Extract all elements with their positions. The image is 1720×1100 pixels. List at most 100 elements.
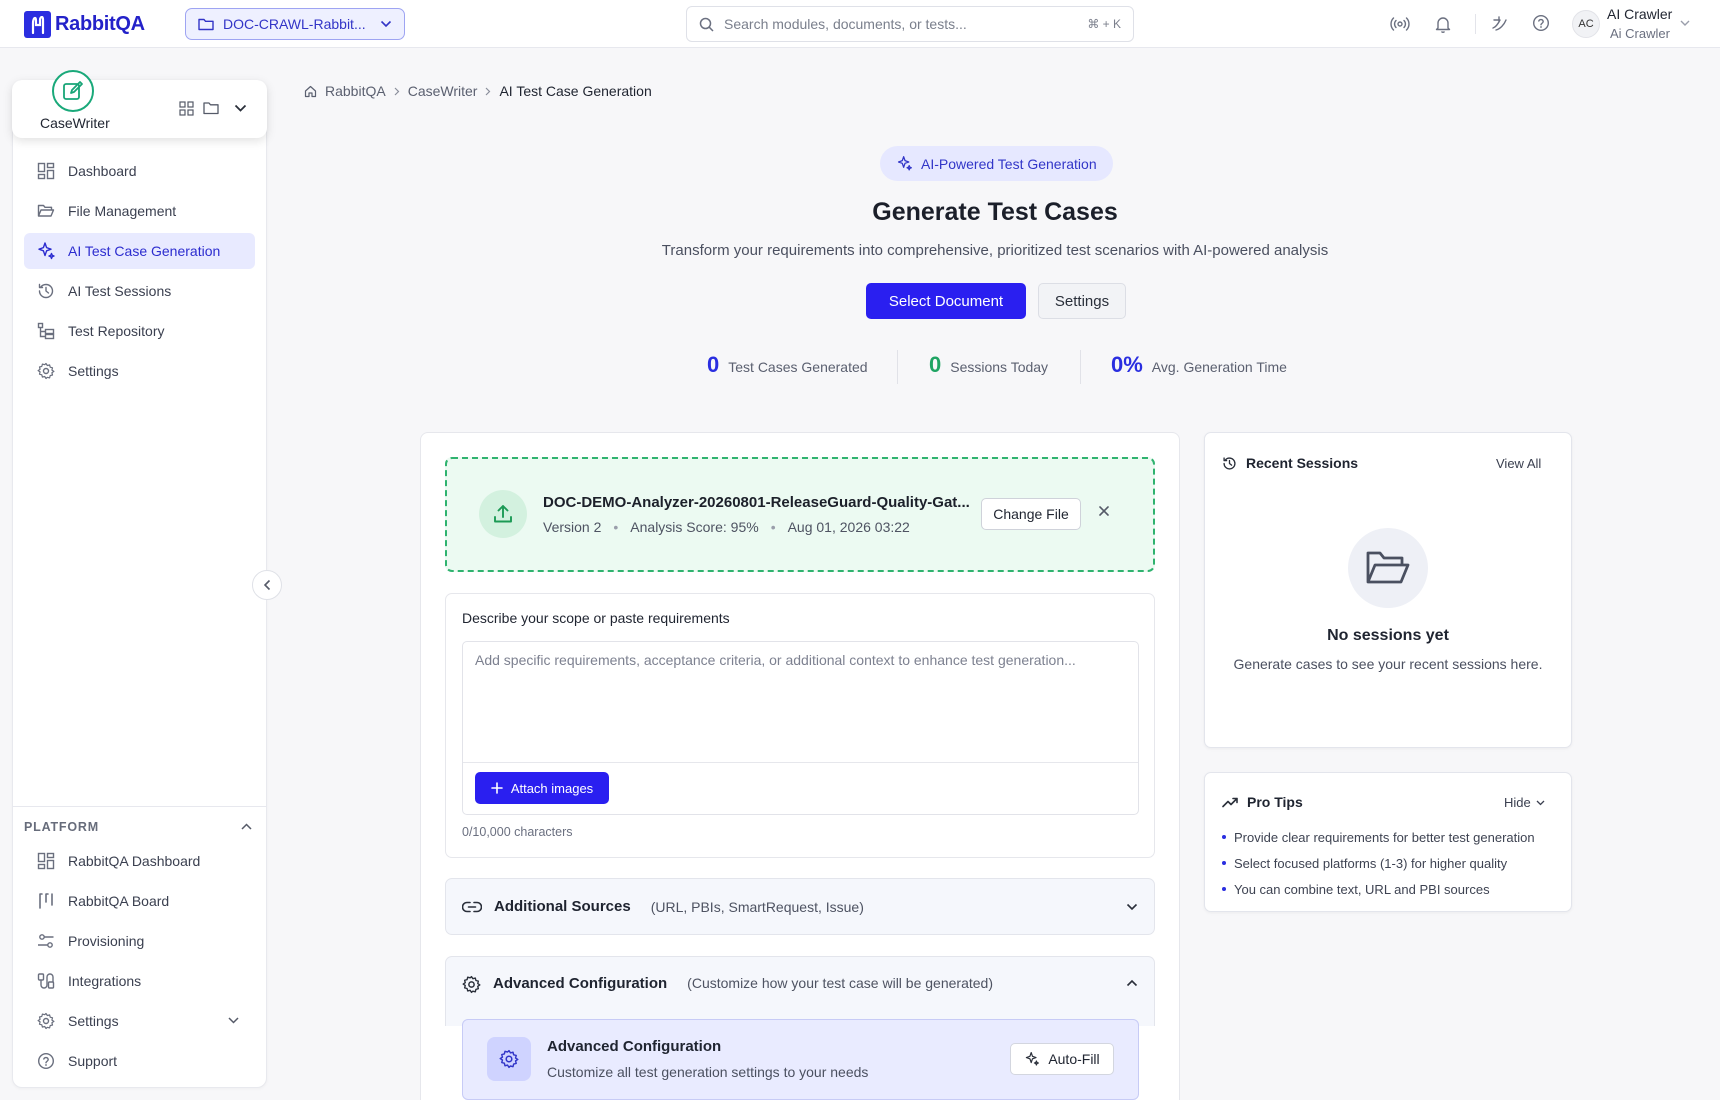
breadcrumb: RabbitQA CaseWriter AI Test Case Generat… [304,83,652,99]
sidebar-item-settings[interactable]: Settings [24,353,255,389]
additional-sources-accordion[interactable]: Additional Sources (URL, PBIs, SmartRequ… [445,878,1155,935]
stat-avg-generation-time: 0% Avg. Generation Time [1111,352,1287,378]
search-input[interactable] [724,16,1078,32]
chevron-left-icon [263,579,271,591]
sidebar-item-dashboard[interactable]: Dashboard [24,153,255,189]
plug-icon [36,972,56,990]
sidebar-item-label: AI Test Sessions [68,283,172,299]
stat-label: Sessions Today [950,359,1049,375]
stat-sessions-today: 0 Sessions Today [929,352,1048,378]
chevron-down-icon[interactable] [228,1017,239,1024]
list-item: You can combine text, URL and PBI source… [1222,876,1535,902]
file-analysis-score: Analysis Score: 95% [630,519,759,535]
accordion-subtitle: (Customize how your test case will be ge… [687,975,993,991]
project-selector[interactable]: DOC-CRAWL-Rabbit... [185,8,405,40]
home-icon[interactable] [304,85,317,98]
sidebar-collapse-button[interactable] [252,570,282,600]
tree-icon [36,322,56,340]
rabbit-logo-icon [24,11,51,38]
sidebar-item-platform-settings[interactable]: Settings [24,1003,255,1039]
history-icon [36,282,56,300]
stat-value: 0 [707,352,720,377]
grid-icon [36,852,56,870]
stat-divider [897,350,898,384]
bell-icon[interactable] [1434,14,1452,34]
close-icon[interactable] [1097,504,1111,518]
sidebar-item-label: Integrations [68,973,142,989]
tip-text: Provide clear requirements for better te… [1234,829,1535,845]
ai-powered-badge: AI-Powered Test Generation [880,146,1113,181]
requirements-label: Describe your scope or paste requirement… [462,610,730,626]
accordion-title: Additional Sources [494,898,631,915]
sidebar-item-label: Provisioning [68,933,145,949]
sidebar-item-ai-test-sessions[interactable]: AI Test Sessions [24,273,255,309]
folder-icon[interactable] [203,101,219,115]
hide-tips-button[interactable]: Hide [1504,795,1545,810]
global-search[interactable]: ⌘ + K [686,6,1134,42]
help-icon[interactable] [1532,14,1550,32]
page-subtitle: Transform your requirements into compreh… [661,242,1329,259]
chevron-right-icon [394,87,400,96]
chevron-up-icon [1126,979,1138,987]
sparkle-icon [1024,1051,1040,1067]
sidebar-item-support[interactable]: Support [24,1043,255,1079]
sidebar-item-provisioning[interactable]: Provisioning [24,923,255,959]
sidebar-item-rabbitqa-board[interactable]: RabbitQA Board [24,883,255,919]
page-title: Generate Test Cases [872,198,1118,226]
select-document-button[interactable]: Select Document [866,283,1026,319]
advanced-configuration-accordion[interactable]: Advanced Configuration (Customize how yo… [445,956,1155,1026]
grid-icon [36,162,56,180]
board-icon [36,892,56,910]
change-file-button[interactable]: Change File [981,498,1081,530]
search-shortcut: ⌘ + K [1087,17,1121,31]
file-version: Version 2 [543,519,602,535]
sidebar-item-rabbitqa-dashboard[interactable]: RabbitQA Dashboard [24,843,255,879]
sidebar-item-ai-test-case-generation[interactable]: AI Test Case Generation [24,233,255,269]
breadcrumb-casewriter[interactable]: CaseWriter [408,83,478,99]
history-icon [1222,456,1237,471]
breadcrumb-rabbitqa[interactable]: RabbitQA [325,83,386,99]
chevron-right-icon [485,87,491,96]
advanced-panel-subtitle: Customize all test generation settings t… [547,1064,869,1080]
grid-view-icon[interactable] [179,101,194,116]
sidebar-item-label: Dashboard [68,163,137,179]
file-meta: Version 2 • Analysis Score: 95% • Aug 01… [543,519,910,535]
chevron-down-icon[interactable] [234,104,247,112]
list-item: Select focused platforms (1-3) for highe… [1222,850,1535,876]
avatar[interactable]: AC [1572,10,1600,38]
top-bar: RabbitQA DOC-CRAWL-Rabbit... ⌘ + K AC AI… [0,0,1720,48]
sparkle-icon [36,241,56,261]
brand-name: RabbitQA [55,13,145,35]
file-name: DOC-DEMO-Analyzer-20260801-ReleaseGuard-… [543,494,970,511]
recent-sessions-title: Recent Sessions [1246,455,1359,471]
attach-images-button[interactable]: Attach images [475,772,609,804]
trending-up-icon [1222,797,1238,808]
stat-label: Avg. Generation Time [1151,359,1287,375]
sidebar-item-test-repository[interactable]: Test Repository [24,313,255,349]
theme-icon[interactable] [1490,14,1510,34]
stat-value: 0 [929,352,942,377]
sidebar-item-integrations[interactable]: Integrations [24,963,255,999]
requirements-textarea[interactable] [463,642,1138,762]
folder-open-icon [1348,528,1428,608]
view-all-link[interactable]: View All [1496,456,1541,471]
upload-icon [479,490,527,538]
casewriter-icon [52,70,94,112]
help-icon [36,1052,56,1070]
plus-icon [491,782,503,794]
list-item: Provide clear requirements for better te… [1222,824,1535,850]
pro-tips-list: Provide clear requirements for better te… [1222,824,1535,902]
file-date: Aug 01, 2026 03:22 [787,519,910,535]
user-menu-chevron-icon[interactable] [1680,20,1690,27]
sidebar-divider [12,806,267,807]
settings-button[interactable]: Settings [1038,283,1126,319]
chevron-down-icon [1536,800,1545,806]
broadcast-icon[interactable] [1390,14,1410,34]
chevron-down-icon [1126,903,1138,911]
user-name[interactable]: AI Crawler [1607,6,1672,22]
chevron-up-icon[interactable] [241,823,252,830]
breadcrumb-current: AI Test Case Generation [499,83,652,99]
auto-fill-button[interactable]: Auto-Fill [1010,1043,1114,1075]
brand-logo[interactable]: RabbitQA [24,11,145,38]
sidebar-item-label: Settings [68,1013,119,1029]
